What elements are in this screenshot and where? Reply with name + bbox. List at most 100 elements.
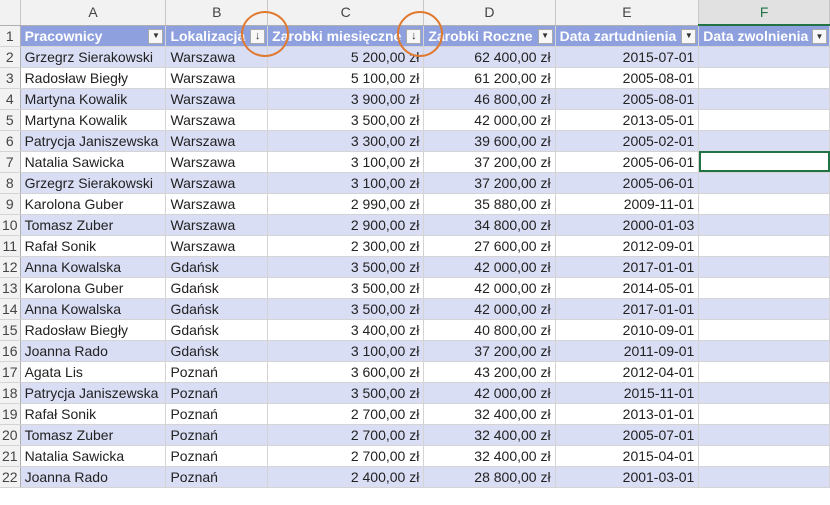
table-cell[interactable]: 2 700,00 zł: [267, 445, 425, 467]
table-cell[interactable]: 2012-04-01: [555, 361, 700, 383]
row-number[interactable]: 22: [0, 466, 21, 488]
table-cell[interactable]: 40 800,00 zł: [423, 319, 556, 341]
table-cell[interactable]: 37 200,00 zł: [423, 340, 556, 362]
table-cell[interactable]: 3 600,00 zł: [267, 361, 425, 383]
select-all-corner[interactable]: [0, 0, 21, 26]
row-number[interactable]: 3: [0, 67, 21, 89]
table-cell[interactable]: [698, 67, 830, 89]
table-cell[interactable]: 42 000,00 zł: [423, 256, 556, 278]
row-number[interactable]: 19: [0, 403, 21, 425]
table-cell[interactable]: [698, 382, 830, 404]
table-header-cell[interactable]: Lokalizacja ↓: [165, 25, 269, 47]
table-header-cell[interactable]: Data zartudnienia ▼: [555, 25, 700, 47]
row-number[interactable]: 5: [0, 109, 21, 131]
table-cell[interactable]: 5 200,00 zł: [267, 46, 425, 68]
row-number[interactable]: 9: [0, 193, 21, 215]
table-cell[interactable]: Rafał Sonik: [20, 403, 167, 425]
table-cell[interactable]: 2005-06-01: [555, 151, 700, 173]
table-cell[interactable]: [698, 319, 830, 341]
row-number[interactable]: 11: [0, 235, 21, 257]
table-cell[interactable]: Rafał Sonik: [20, 235, 167, 257]
table-cell[interactable]: 2005-08-01: [555, 67, 700, 89]
table-cell[interactable]: Warszawa: [165, 193, 269, 215]
row-number[interactable]: 16: [0, 340, 21, 362]
table-cell[interactable]: 37 200,00 zł: [423, 151, 556, 173]
table-cell[interactable]: Warszawa: [165, 172, 269, 194]
table-cell[interactable]: 32 400,00 zł: [423, 424, 556, 446]
table-cell[interactable]: Karolona Guber: [20, 277, 167, 299]
table-cell[interactable]: Radosław Biegły: [20, 67, 167, 89]
table-cell[interactable]: 42 000,00 zł: [423, 277, 556, 299]
table-cell[interactable]: 3 400,00 zł: [267, 319, 425, 341]
table-cell[interactable]: [698, 361, 830, 383]
table-cell[interactable]: Poznań: [165, 361, 269, 383]
table-cell[interactable]: 2011-09-01: [555, 340, 700, 362]
table-header-cell[interactable]: Data zwolnienia ▼: [698, 25, 830, 47]
table-cell[interactable]: Patrycja Janiszewska: [20, 130, 167, 152]
table-cell[interactable]: Anna Kowalska: [20, 298, 167, 320]
row-number[interactable]: 13: [0, 277, 21, 299]
table-cell[interactable]: Joanna Rado: [20, 466, 167, 488]
table-cell[interactable]: Anna Kowalska: [20, 256, 167, 278]
table-cell[interactable]: Gdańsk: [165, 340, 269, 362]
table-cell[interactable]: 2000-01-03: [555, 214, 700, 236]
table-cell[interactable]: 3 500,00 zł: [267, 382, 425, 404]
table-cell[interactable]: 3 100,00 zł: [267, 151, 425, 173]
table-cell[interactable]: 2009-11-01: [555, 193, 700, 215]
table-cell[interactable]: Warszawa: [165, 67, 269, 89]
table-cell[interactable]: Poznań: [165, 382, 269, 404]
active-cell[interactable]: [698, 151, 830, 173]
table-cell[interactable]: 2 300,00 zł: [267, 235, 425, 257]
table-cell[interactable]: [698, 172, 830, 194]
row-number[interactable]: 4: [0, 88, 21, 110]
table-cell[interactable]: Patrycja Janiszewska: [20, 382, 167, 404]
row-number[interactable]: 18: [0, 382, 21, 404]
column-header-b[interactable]: B: [165, 0, 269, 26]
table-cell[interactable]: 2001-03-01: [555, 466, 700, 488]
table-cell[interactable]: 32 400,00 zł: [423, 403, 556, 425]
table-cell[interactable]: 2 700,00 zł: [267, 403, 425, 425]
table-cell[interactable]: 5 100,00 zł: [267, 67, 425, 89]
column-header-c[interactable]: C: [267, 0, 425, 26]
table-cell[interactable]: 2012-09-01: [555, 235, 700, 257]
table-cell[interactable]: [698, 403, 830, 425]
table-cell[interactable]: [698, 424, 830, 446]
column-header-d[interactable]: D: [423, 0, 556, 26]
table-cell[interactable]: Poznań: [165, 424, 269, 446]
table-cell[interactable]: Gdańsk: [165, 277, 269, 299]
table-cell[interactable]: 2005-06-01: [555, 172, 700, 194]
row-number[interactable]: 14: [0, 298, 21, 320]
table-cell[interactable]: 62 400,00 zł: [423, 46, 556, 68]
table-cell[interactable]: [698, 193, 830, 215]
column-header-a[interactable]: A: [20, 0, 167, 26]
table-cell[interactable]: 2 400,00 zł: [267, 466, 425, 488]
filter-dropdown-icon[interactable]: ▼: [148, 28, 164, 44]
table-cell[interactable]: 3 500,00 zł: [267, 109, 425, 131]
table-cell[interactable]: 34 800,00 zł: [423, 214, 556, 236]
table-cell[interactable]: 43 200,00 zł: [423, 361, 556, 383]
row-number[interactable]: 15: [0, 319, 21, 341]
table-cell[interactable]: 2010-09-01: [555, 319, 700, 341]
row-number[interactable]: 20: [0, 424, 21, 446]
row-number[interactable]: 21: [0, 445, 21, 467]
table-cell[interactable]: 39 600,00 zł: [423, 130, 556, 152]
table-cell[interactable]: 2013-01-01: [555, 403, 700, 425]
table-cell[interactable]: 3 100,00 zł: [267, 340, 425, 362]
table-cell[interactable]: 32 400,00 zł: [423, 445, 556, 467]
table-cell[interactable]: Poznań: [165, 445, 269, 467]
table-cell[interactable]: Karolona Guber: [20, 193, 167, 215]
table-cell[interactable]: Warszawa: [165, 130, 269, 152]
table-cell[interactable]: Gdańsk: [165, 319, 269, 341]
table-cell[interactable]: [698, 109, 830, 131]
table-cell[interactable]: 46 800,00 zł: [423, 88, 556, 110]
table-cell[interactable]: 3 900,00 zł: [267, 88, 425, 110]
row-number[interactable]: 10: [0, 214, 21, 236]
column-header-f[interactable]: F: [698, 0, 830, 26]
table-cell[interactable]: 2005-02-01: [555, 130, 700, 152]
table-cell[interactable]: 2013-05-01: [555, 109, 700, 131]
table-cell[interactable]: [698, 445, 830, 467]
column-header-e[interactable]: E: [555, 0, 700, 26]
sort-filter-button-icon[interactable]: ↓: [406, 28, 422, 44]
table-cell[interactable]: [698, 340, 830, 362]
table-cell[interactable]: Poznań: [165, 403, 269, 425]
